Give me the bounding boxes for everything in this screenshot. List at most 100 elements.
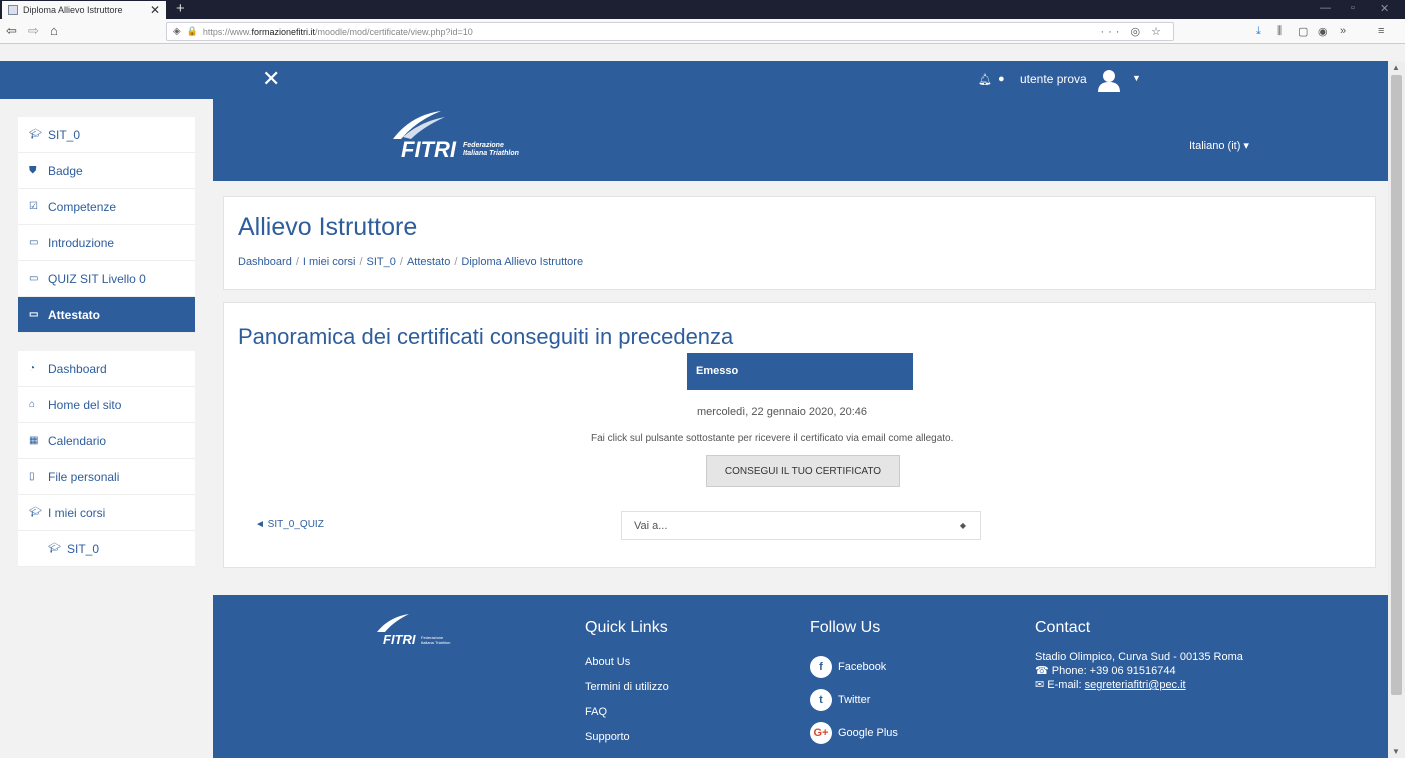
sidebar-item-introduzione[interactable]: ▭ Introduzione xyxy=(18,225,195,261)
breadcrumb-link[interactable]: Dashboard xyxy=(238,256,292,268)
email-label: E-mail: xyxy=(1047,679,1082,691)
sidebar-item-home[interactable]: ⌂ Home del sito xyxy=(18,387,195,423)
section-heading: Panoramica dei certificati conseguiti in… xyxy=(238,324,734,349)
favicon-icon xyxy=(8,5,18,15)
new-tab-button[interactable]: + xyxy=(176,0,185,18)
sidebar-item-label: Calendario xyxy=(48,433,107,448)
contact-address: Stadio Olimpico, Curva Sud - 00135 Roma xyxy=(1035,651,1243,663)
sidebar-item-quiz[interactable]: ▭ QUIZ SIT Livello 0 xyxy=(18,261,195,297)
user-name[interactable]: utente prova xyxy=(1020,72,1087,86)
footer-logo[interactable]: FITRI Federazione Italiana Triathlon xyxy=(369,612,469,652)
contact-phone: ☎ Phone: +39 06 91516744 xyxy=(1035,664,1245,678)
sidebar-item-attestato[interactable]: ▭ Attestato xyxy=(18,297,195,333)
language-menu[interactable]: Italiano (it) ▾ xyxy=(1189,139,1249,152)
email-link[interactable]: segreteriafitri@pec.it xyxy=(1085,679,1186,691)
minimize-icon[interactable]: — xyxy=(1320,2,1331,14)
course-nav-group: 🎓︎ SIT_0 ⛊ Badge ☑ Competenze ▭ Introduzione… xyxy=(18,117,195,333)
sidebar-item-label: Introduzione xyxy=(48,235,115,250)
back-icon[interactable]: ⇦ xyxy=(6,22,17,40)
page-scrollbar[interactable]: ▲ ▼ xyxy=(1388,61,1405,758)
certificate-card: Panoramica dei certificati conseguiti in… xyxy=(223,302,1376,568)
scroll-up-icon[interactable]: ▲ xyxy=(1392,63,1400,72)
svg-text:FITRI: FITRI xyxy=(401,137,457,162)
site-nav-group: ◔ Dashboard ⌂ Home del sito ▦ Calendario ▯ F… xyxy=(18,351,195,567)
sidebar-item-miei-corsi[interactable]: 🎓︎ I miei corsi xyxy=(18,495,195,531)
sidebar-item-course-sit0[interactable]: 🎓︎ SIT_0 xyxy=(18,531,195,567)
header-banner: FITRI Federazione Italiana Triathlon Ita… xyxy=(213,99,1388,181)
svg-text:FITRI: FITRI xyxy=(383,632,416,647)
sidebar-item-label: Home del sito xyxy=(48,397,122,412)
shield-icon: ⛊ xyxy=(29,165,37,176)
sidebar-item-badge[interactable]: ⛊ Badge xyxy=(18,153,195,189)
sidebar-item-dashboard[interactable]: ◔ Dashboard xyxy=(18,351,195,387)
graduation-cap-icon: 🎓︎ xyxy=(29,507,42,518)
browser-toolbar: ⇦ ⇨ ⌂ ◈ 🔒 https://www.formazionefitri.it… xyxy=(0,19,1405,44)
sidebar-item-sit0[interactable]: 🎓︎ SIT_0 xyxy=(18,117,195,153)
menu-icon[interactable]: ≡ xyxy=(1378,25,1384,37)
downloads-icon[interactable]: ⤓ xyxy=(1256,25,1261,38)
user-menu-caret-icon[interactable]: ▼ xyxy=(1132,73,1141,83)
messages-icon[interactable]: ● xyxy=(998,73,1005,85)
sidebar-toggle-icon[interactable]: ▢ xyxy=(1298,25,1308,38)
breadcrumb-link[interactable]: Attestato xyxy=(407,256,450,268)
page-actions-icon[interactable]: ··· ◎ ☆ xyxy=(1100,25,1165,38)
address-bar[interactable]: ◈ 🔒 https://www.formazionefitri.it/moodl… xyxy=(166,22,1174,41)
sidebar-item-competenze[interactable]: ☑ Competenze xyxy=(18,189,195,225)
twitter-link[interactable]: t Twitter xyxy=(810,683,898,716)
page-title: Allievo Istruttore xyxy=(238,213,418,241)
graduation-cap-icon: 🎓︎ xyxy=(48,543,61,554)
maximize-icon[interactable]: ▫ xyxy=(1351,2,1355,14)
twitter-label: Twitter xyxy=(838,693,871,706)
google-plus-icon: G+ xyxy=(810,721,832,744)
scroll-down-icon[interactable]: ▼ xyxy=(1392,747,1400,756)
drawer-close-icon[interactable]: ✕ xyxy=(262,68,280,90)
site-navbar: ✕ 🔔︎ ● utente prova ▼ xyxy=(0,61,1388,99)
notifications-bell-icon[interactable]: 🔔︎ xyxy=(978,73,992,86)
fitri-logo[interactable]: FITRI Federazione Italiana Triathlon xyxy=(371,107,541,167)
footer-link-about[interactable]: About Us xyxy=(585,650,669,675)
jump-to-select[interactable]: Vai a... ◆ xyxy=(621,511,981,540)
issued-date: mercoledì, 22 gennaio 2020, 20:46 xyxy=(697,406,868,418)
tracking-shield-icon[interactable]: ◈ xyxy=(173,26,181,37)
home-icon[interactable]: ⌂ xyxy=(50,22,58,40)
site-footer: FITRI Federazione Italiana Triathlon Qui… xyxy=(213,595,1388,758)
breadcrumb-link[interactable]: I miei corsi xyxy=(303,256,356,268)
folder-icon: ▭ xyxy=(29,273,39,284)
contact-column: Contact Stadio Olimpico, Curva Sud - 001… xyxy=(1035,619,1245,692)
sidebar-item-label: Dashboard xyxy=(48,361,107,376)
phone-number: Phone: +39 06 91516744 xyxy=(1051,665,1176,677)
avatar[interactable] xyxy=(1096,67,1122,93)
svg-text:Italiana Triathlon: Italiana Triathlon xyxy=(463,150,519,157)
facebook-icon: f xyxy=(810,655,832,678)
google-plus-link[interactable]: G+ Google Plus xyxy=(810,716,898,749)
breadcrumb-current[interactable]: Diploma Allievo Istruttore xyxy=(461,256,583,268)
home-icon: ⌂ xyxy=(29,399,36,410)
footer-link-terms[interactable]: Termini di utilizzo xyxy=(585,675,669,700)
library-icon[interactable]: ⫼ xyxy=(1277,25,1282,38)
overflow-icon[interactable]: » xyxy=(1340,25,1346,37)
graduation-cap-icon: 🎓︎ xyxy=(29,129,42,140)
quick-links-title: Quick Links xyxy=(585,619,668,636)
sidebar-item-label: File personali xyxy=(48,469,120,484)
tab-close-icon[interactable]: ✕ xyxy=(150,3,160,17)
sidebar-item-label: QUIZ SIT Livello 0 xyxy=(48,271,146,286)
window-close-icon[interactable]: ✕ xyxy=(1380,2,1389,15)
sidebar-item-label: Competenze xyxy=(48,199,117,214)
footer-link-support[interactable]: Supporto xyxy=(585,725,669,750)
jump-to-value: Vai a... xyxy=(634,520,668,532)
sidebar-item-file-personali[interactable]: ▯ File personali xyxy=(18,459,195,495)
extension-icon[interactable]: ◉ xyxy=(1318,25,1328,38)
browser-tab[interactable]: Diploma Allievo Istruttore ✕ xyxy=(2,1,166,19)
prev-activity-link[interactable]: ◄ SIT_0_QUIZ xyxy=(255,519,324,530)
sidebar-item-calendario[interactable]: ▦ Calendario xyxy=(18,423,195,459)
quick-links-column: Quick Links About Us Termini di utilizzo… xyxy=(585,619,669,750)
lock-icon[interactable]: 🔒 xyxy=(187,26,198,37)
scrollbar-thumb[interactable] xyxy=(1391,75,1402,695)
forward-icon[interactable]: ⇨ xyxy=(28,22,39,40)
breadcrumb-link[interactable]: SIT_0 xyxy=(367,256,396,268)
facebook-link[interactable]: f Facebook xyxy=(810,650,898,683)
contact-email: ✉ E-mail: segreteriafitri@pec.it xyxy=(1035,678,1245,692)
url-text[interactable]: https://www.formazionefitri.it/moodle/mo… xyxy=(203,27,473,37)
footer-link-faq[interactable]: FAQ xyxy=(585,700,669,725)
get-certificate-button[interactable]: CONSEGUI IL TUO CERTIFICATO xyxy=(706,455,900,487)
